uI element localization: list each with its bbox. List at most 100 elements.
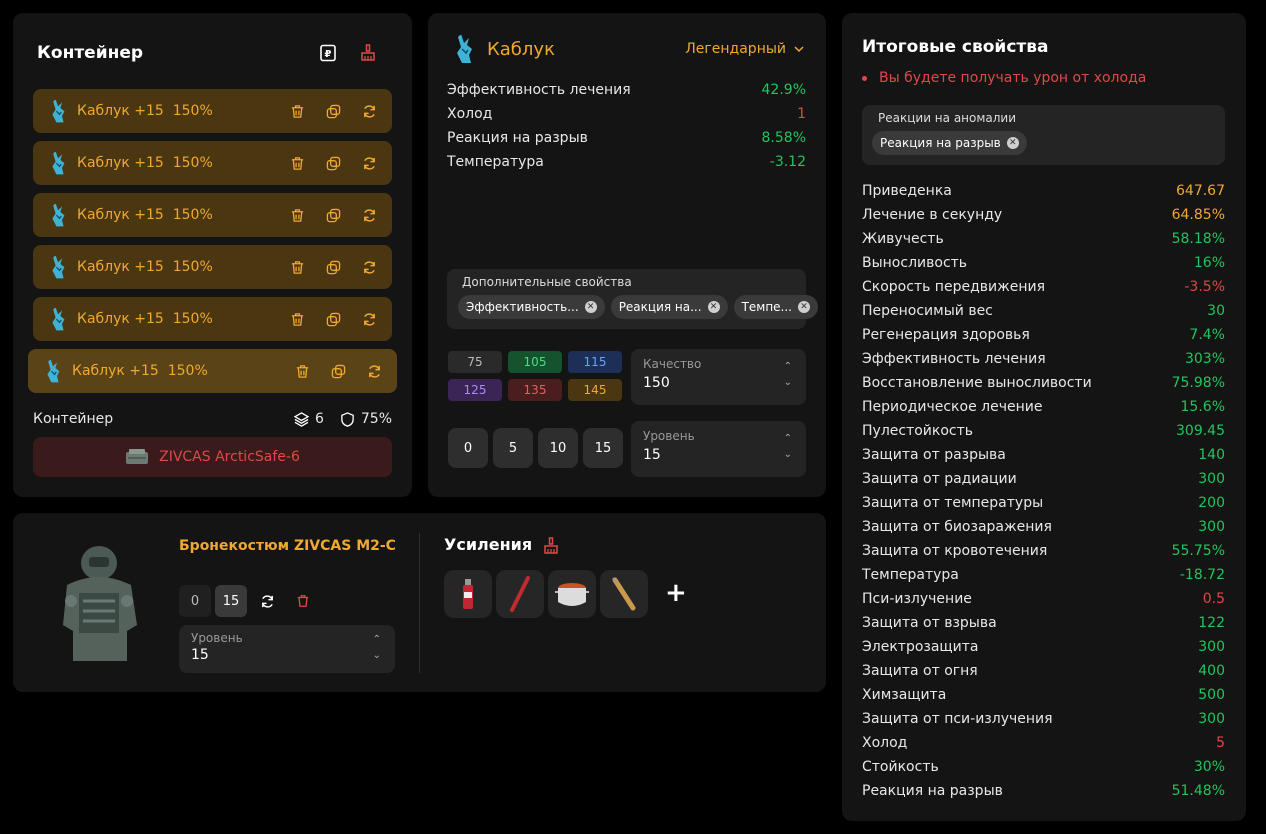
refresh-icon[interactable]	[360, 310, 378, 328]
refresh-icon[interactable]	[251, 585, 283, 617]
total-stat-row: Защита от разрыва 140	[862, 444, 1225, 466]
artifact-row[interactable]: Каблук +15 150%	[33, 193, 392, 237]
artifact-row-label: Каблук +15 150%	[72, 363, 208, 379]
stat-value: 300	[1198, 519, 1225, 535]
trash-icon[interactable]	[293, 362, 311, 380]
stat-value: -3.5%	[1184, 279, 1225, 295]
copy-icon[interactable]	[324, 258, 342, 276]
total-stat-row: Стойкость 30%	[862, 756, 1225, 778]
armor-level-select[interactable]: Уровень 15 ⌃ ⌄	[179, 625, 395, 673]
artifact-row[interactable]: Каблук +15 150%	[28, 349, 397, 393]
boost-slot-bottle[interactable]	[444, 570, 492, 618]
level-option-button[interactable]: 10	[538, 428, 578, 468]
total-stat-row: Переносимый вес 30	[862, 300, 1225, 322]
artifact-row[interactable]: Каблук +15 150%	[33, 141, 392, 185]
quality-option[interactable]: 75	[448, 351, 502, 373]
total-stat-row: Пулестойкость 309.45	[862, 420, 1225, 442]
rarity-dropdown[interactable]: Легендарный	[685, 41, 804, 57]
artifact-row[interactable]: Каблук +15 150%	[33, 297, 392, 341]
artifact-heel-icon	[49, 307, 67, 331]
total-stat-row: Защита от взрыва 122	[862, 612, 1225, 634]
boost-slot-stick[interactable]	[496, 570, 544, 618]
quality-select[interactable]: Качество 150 ⌃ ⌄	[631, 349, 806, 405]
stat-value: 140	[1198, 447, 1225, 463]
close-icon[interactable]: ✕	[707, 301, 720, 313]
copy-icon[interactable]	[324, 154, 342, 172]
total-stat-row: Восстановление выносливости 75.98%	[862, 372, 1225, 394]
copy-icon[interactable]	[324, 310, 342, 328]
refresh-icon[interactable]	[360, 258, 378, 276]
artifact-property-row: Реакция на разрыв 8.58%	[447, 130, 806, 146]
trash-icon[interactable]	[288, 102, 306, 120]
total-stat-row: Приведенка 647.67	[862, 180, 1225, 202]
level-option-button[interactable]: 0	[448, 428, 488, 468]
extra-property-chip[interactable]: Эффективность... ✕	[458, 295, 605, 319]
trash-icon[interactable]	[288, 258, 306, 276]
total-stat-row: Эффективность лечения 303%	[862, 348, 1225, 370]
refresh-icon[interactable]	[360, 206, 378, 224]
boost-slot-pot[interactable]	[548, 570, 596, 618]
artifact-level-select[interactable]: Уровень 15 ⌃ ⌄	[631, 421, 806, 477]
total-stat-row: Температура -18.72	[862, 564, 1225, 586]
artifact-row[interactable]: Каблук +15 150%	[33, 245, 392, 289]
quality-option[interactable]: 105	[508, 351, 562, 373]
level-option-button[interactable]: 15	[583, 428, 623, 468]
add-boost-button[interactable]: +	[665, 577, 687, 609]
chevron-down-icon	[794, 46, 804, 53]
extra-property-chip[interactable]: Реакция на... ✕	[610, 295, 728, 319]
totals-title: Итоговые свойства	[862, 37, 1049, 57]
trash-icon[interactable]	[288, 206, 306, 224]
stat-label: Лечение в секунду	[862, 207, 1003, 223]
extra-property-chip[interactable]: Темпе... ✕	[733, 295, 818, 319]
anomaly-label: Реакции на аномалии	[878, 111, 1017, 125]
stat-value: 30	[1207, 303, 1225, 319]
artifact-panel: Каблук Легендарный Эффективность лечения…	[428, 13, 826, 497]
anomaly-chip[interactable]: Реакция на разрыв ✕	[872, 131, 1027, 155]
broom-icon[interactable]	[357, 42, 379, 64]
artifact-row-label: Каблук +15 150%	[77, 155, 213, 171]
quality-option[interactable]: 135	[508, 379, 562, 401]
quality-option[interactable]: 145	[568, 379, 622, 401]
copy-icon[interactable]	[324, 102, 342, 120]
total-stat-row: Защита от радиации 300	[862, 468, 1225, 490]
property-value: -3.12	[769, 154, 806, 170]
trash-icon[interactable]	[288, 310, 306, 328]
quality-option[interactable]: 115	[568, 351, 622, 373]
close-icon[interactable]: ✕	[1006, 137, 1019, 149]
total-stat-row: Регенерация здоровья 7.4%	[862, 324, 1225, 346]
refresh-icon[interactable]	[360, 102, 378, 120]
refresh-icon[interactable]	[365, 362, 383, 380]
quality-label: Качество	[643, 357, 702, 371]
total-stat-row: Живучесть 58.18%	[862, 228, 1225, 250]
ruble-icon[interactable]: ₽	[317, 42, 339, 64]
trash-icon[interactable]	[288, 154, 306, 172]
container-item-button[interactable]: ZIVCAS ArcticSafe-6	[33, 437, 392, 477]
close-icon[interactable]: ✕	[584, 301, 597, 313]
trash-icon[interactable]	[287, 585, 319, 617]
stat-label: Защита от радиации	[862, 471, 1017, 487]
artifact-property-row: Эффективность лечения 42.9%	[447, 82, 806, 98]
stat-label: Скорость передвижения	[862, 279, 1045, 295]
artifact-heel-icon	[457, 35, 472, 63]
artifact-row-label: Каблук +15 150%	[77, 207, 213, 223]
chip-label: Темпе...	[741, 300, 792, 314]
armor-level-15-button[interactable]: 15	[215, 585, 247, 617]
chip-label: Реакция на...	[618, 300, 702, 314]
boost-slot-syringe[interactable]	[600, 570, 648, 618]
level-option-button[interactable]: 5	[493, 428, 533, 468]
artifact-level-label: Уровень	[643, 429, 695, 443]
divider	[419, 533, 420, 673]
container-title: Контейнер	[37, 43, 144, 63]
broom-icon[interactable]	[540, 535, 562, 557]
quality-option[interactable]: 125	[448, 379, 502, 401]
close-icon[interactable]: ✕	[798, 301, 810, 313]
armor-level-0-button[interactable]: 0	[179, 585, 211, 617]
container-slots: 6	[314, 411, 324, 427]
copy-icon[interactable]	[324, 206, 342, 224]
property-label: Эффективность лечения	[447, 82, 631, 98]
refresh-icon[interactable]	[360, 154, 378, 172]
container-summary: Контейнер 6 75%	[33, 409, 392, 429]
artifact-row[interactable]: Каблук +15 150%	[33, 89, 392, 133]
shield-icon	[341, 411, 354, 427]
copy-icon[interactable]	[329, 362, 347, 380]
